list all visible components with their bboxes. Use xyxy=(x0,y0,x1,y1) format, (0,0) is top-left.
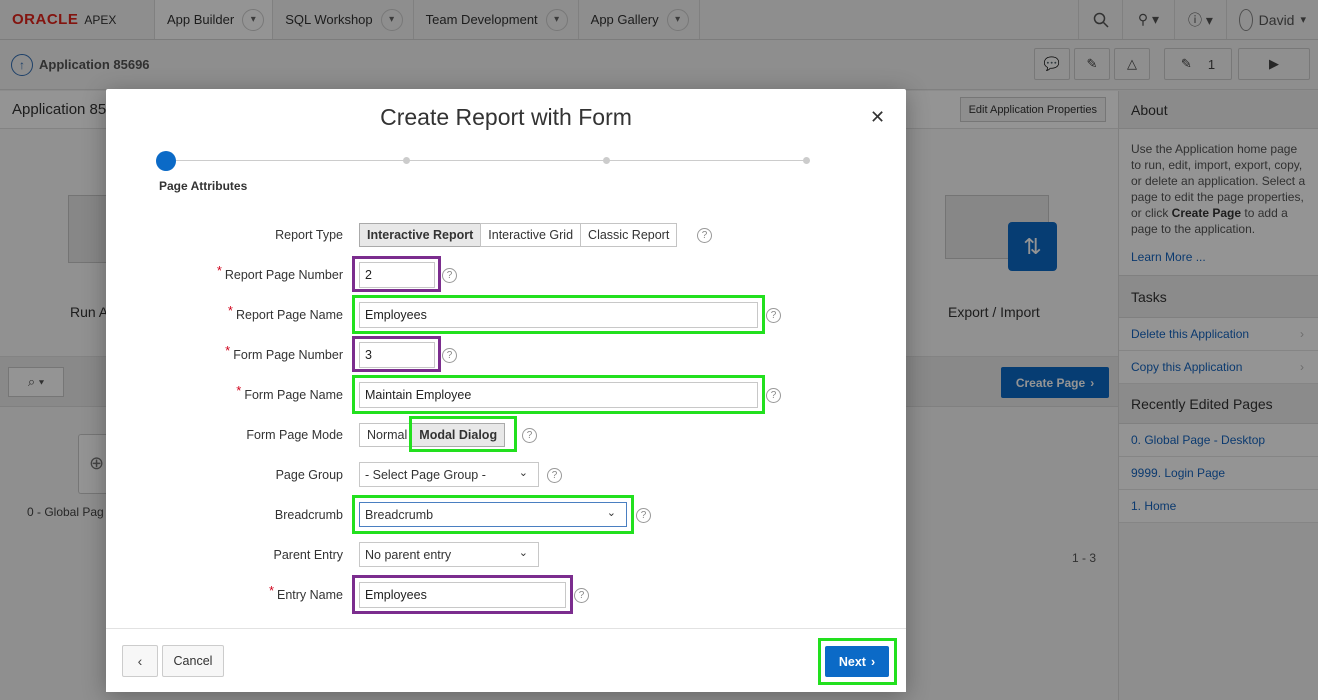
wizard-step xyxy=(803,157,810,164)
wizard-step-current xyxy=(156,151,176,171)
wizard-progress xyxy=(156,151,816,171)
chevron-down-icon: ⌄ xyxy=(518,547,528,559)
required-marker: * xyxy=(236,383,242,398)
label-text: Report Page Number xyxy=(224,268,343,282)
next-label: Next xyxy=(838,654,866,669)
label-text: Entry Name xyxy=(277,588,343,602)
chevron-down-icon: ⌄ xyxy=(518,467,528,479)
help-icon[interactable]: ? xyxy=(636,508,651,523)
form-page-number-label: * Form Page Number xyxy=(225,343,343,362)
chevron-down-icon: ⌄ xyxy=(606,507,616,519)
required-marker: * xyxy=(268,583,274,598)
required-marker: * xyxy=(227,303,233,318)
wizard-step xyxy=(403,157,410,164)
entry-name-input[interactable]: Employees xyxy=(359,582,566,608)
label-text: Form Page Name xyxy=(244,388,343,402)
chevron-left-icon: ‹ xyxy=(137,653,143,669)
entry-name-label: * Entry Name xyxy=(269,583,343,602)
close-icon[interactable]: ✕ xyxy=(870,107,885,128)
report-type-radio-group: Interactive Report Interactive Grid Clas… xyxy=(359,223,678,247)
label-text: Report Page Name xyxy=(235,308,343,322)
help-icon[interactable]: ? xyxy=(442,348,457,363)
required-marker: * xyxy=(225,343,231,358)
parent-entry-select[interactable]: No parent entry ⌄ xyxy=(359,542,539,567)
form-page-mode-label: Form Page Mode xyxy=(246,428,343,442)
parent-entry-value: No parent entry xyxy=(365,547,452,562)
required-marker: * xyxy=(216,263,222,278)
report-type-interactive-grid[interactable]: Interactive Grid xyxy=(480,223,582,247)
form-page-number-input[interactable]: 3 xyxy=(359,342,435,368)
page-group-label: Page Group xyxy=(275,468,343,482)
breadcrumb-select[interactable]: Breadcrumb ⌄ xyxy=(359,502,627,527)
report-page-number-label: * Report Page Number xyxy=(217,263,343,282)
help-icon[interactable]: ? xyxy=(522,428,537,443)
report-type-classic-report[interactable]: Classic Report xyxy=(580,223,678,247)
create-report-with-form-dialog: Create Report with Form ✕ Page Attribute… xyxy=(106,89,906,692)
highlight-box xyxy=(409,416,517,452)
help-icon[interactable]: ? xyxy=(574,588,589,603)
chevron-right-icon: › xyxy=(870,654,876,669)
breadcrumb-value: Breadcrumb xyxy=(365,507,434,522)
help-icon[interactable]: ? xyxy=(766,308,781,323)
report-page-name-label: * Report Page Name xyxy=(228,303,343,322)
wizard-line xyxy=(166,160,806,161)
parent-entry-label: Parent Entry xyxy=(273,548,343,562)
breadcrumb-label: Breadcrumb xyxy=(274,508,343,522)
page-group-select[interactable]: - Select Page Group - ⌄ xyxy=(359,462,539,487)
previous-button[interactable]: ‹ xyxy=(122,645,158,677)
help-icon[interactable]: ? xyxy=(766,388,781,403)
report-type-label: Report Type xyxy=(275,228,343,242)
help-icon[interactable]: ? xyxy=(697,228,712,243)
report-page-name-input[interactable]: Employees xyxy=(359,302,758,328)
report-type-interactive-report[interactable]: Interactive Report xyxy=(359,223,482,247)
next-button[interactable]: Next › xyxy=(825,646,889,677)
label-text: Form Page Number xyxy=(233,348,343,362)
form-page-name-label: * Form Page Name xyxy=(236,383,343,402)
wizard-step-label: Page Attributes xyxy=(159,179,248,193)
report-page-number-input[interactable]: 2 xyxy=(359,262,435,288)
wizard-step xyxy=(603,157,610,164)
page-group-value: - Select Page Group - xyxy=(365,467,486,482)
form-page-name-input[interactable]: Maintain Employee xyxy=(359,382,758,408)
help-icon[interactable]: ? xyxy=(442,268,457,283)
cancel-button[interactable]: Cancel xyxy=(162,645,224,677)
dialog-footer: ‹ Cancel Next › xyxy=(106,628,906,692)
dialog-title: Create Report with Form xyxy=(380,104,632,130)
form-page-mode-normal[interactable]: Normal xyxy=(359,423,413,447)
help-icon[interactable]: ? xyxy=(547,468,562,483)
